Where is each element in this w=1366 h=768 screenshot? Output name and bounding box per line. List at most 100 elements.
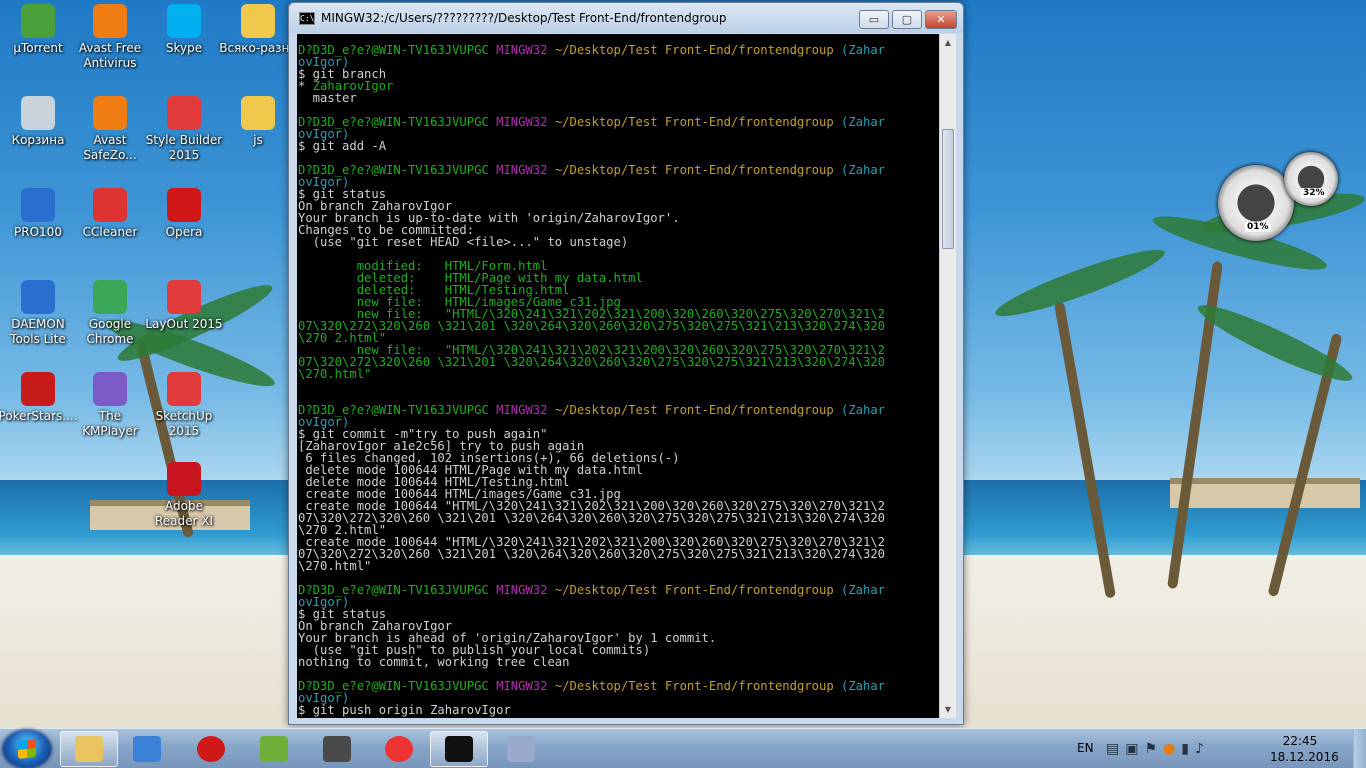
clock-time: 22:45	[1282, 734, 1318, 748]
desktop-icon[interactable]: Opera	[144, 188, 224, 240]
pro100-icon	[21, 188, 55, 222]
maximize-button[interactable]: ▢	[892, 10, 922, 29]
desktop-icon[interactable]: Google Chrome	[70, 280, 150, 347]
terminal-text-segment: (Zahar	[841, 115, 886, 129]
desktop-icon[interactable]: Skype	[144, 4, 224, 56]
ram-meter-gadget[interactable]: 32%	[1284, 152, 1338, 206]
taskbar-button[interactable]	[430, 731, 488, 767]
terminal-line: * ZaharovIgor	[298, 80, 939, 92]
terminal-text-segment: MINGW32	[496, 403, 555, 417]
terminal-text-segment: 07\320\272\320\260 \321\201 \320\264\320…	[298, 355, 885, 369]
terminal-window[interactable]: C:\ MINGW32:/c/Users/?????????/Desktop/T…	[288, 2, 964, 725]
desktop-icon[interactable]: Avast SafeZo...	[70, 96, 150, 163]
notepad-plus-icon	[260, 736, 288, 762]
terminal-line: \270.html"	[298, 368, 939, 380]
show-desktop-button[interactable]	[1353, 729, 1366, 768]
desktop-icon[interactable]: Adobe Reader XI	[144, 462, 224, 529]
taskbar-button[interactable]	[370, 731, 428, 767]
tray-window-icon[interactable]: ▣	[1125, 741, 1144, 757]
terminal-output[interactable]: D?D3D_e?e?@WIN-TV163JVUPGC MINGW32 ~/Des…	[297, 34, 939, 718]
window-titlebar[interactable]: C:\ MINGW32:/c/Users/?????????/Desktop/T…	[289, 3, 963, 33]
terminal-text-segment: ~/Desktop/Test Front-End/frontendgroup	[554, 163, 841, 177]
sublime-text-icon	[323, 736, 351, 762]
desktop-icon[interactable]: LayOut 2015	[144, 280, 224, 332]
desktop-icon[interactable]: js	[218, 96, 298, 148]
terminal-line: nothing to commit, working tree clean	[298, 656, 939, 668]
close-button[interactable]: ✕	[925, 10, 957, 29]
desktop-icon[interactable]: µTorrent	[0, 4, 78, 56]
terminal-text-segment: ~/Desktop/Test Front-End/frontendgroup	[554, 679, 841, 693]
system-clock[interactable]: 22:45 18.12.2016	[1270, 733, 1339, 765]
terminal-line: ovIgor)	[298, 176, 939, 188]
terminal-line: 07\320\272\320\260 \321\201 \320\264\320…	[298, 320, 939, 332]
terminal-line: $ git branch	[298, 68, 939, 80]
desktop-icon-label: Avast SafeZo...	[83, 133, 137, 162]
desktop-icon-label: CCleaner	[82, 225, 138, 239]
terminal-text-segment: 07\320\272\320\260 \321\201 \320\264\320…	[298, 547, 885, 561]
language-indicator[interactable]: EN	[1077, 741, 1094, 755]
recycle-bin-icon	[21, 96, 55, 130]
desktop-icon-label: Adobe Reader XI	[154, 499, 214, 528]
folder-icon	[241, 4, 275, 38]
terminal-line: D?D3D_e?e?@WIN-TV163JVUPGC MINGW32 ~/Des…	[298, 164, 939, 176]
vertical-scrollbar[interactable]: ▲ ▼	[939, 34, 956, 718]
desktop-icon[interactable]: PRO100	[0, 188, 78, 240]
terminal-text-segment: ~/Desktop/Test Front-End/frontendgroup	[554, 43, 841, 57]
taskbar: EN ▤▣⚑●▮♪ 22:45 18.12.2016	[0, 728, 1366, 768]
media-player-icon	[133, 736, 161, 762]
paint-icon	[507, 736, 535, 762]
desktop-icon-label: PRO100	[14, 225, 62, 239]
avast-tray-icon[interactable]: ●	[1163, 741, 1181, 757]
desktop-icon[interactable]: CCleaner	[70, 188, 150, 240]
desktop-icon[interactable]: Корзина	[0, 96, 78, 148]
scroll-down-arrow-icon[interactable]: ▼	[940, 701, 956, 718]
desktop-icon-label: DAEMON Tools Lite	[10, 317, 66, 346]
taskbar-button[interactable]	[182, 731, 240, 767]
minimize-button[interactable]: ▭	[859, 10, 889, 29]
desktop-icon[interactable]: Avast Free Antivirus	[70, 4, 150, 71]
taskbar-button[interactable]	[60, 731, 118, 767]
terminal-text-segment: MINGW32	[496, 163, 555, 177]
background-bungalows	[1170, 478, 1360, 508]
desktop-icon-label: SketchUp 2015	[155, 409, 213, 438]
desktop-icon-label: The KMPlayer	[82, 409, 138, 438]
folder-icon	[241, 96, 275, 130]
skype-icon	[167, 4, 201, 38]
network-icon[interactable]: ▤	[1106, 741, 1125, 757]
taskbar-button[interactable]	[118, 731, 176, 767]
terminal-text-segment: (Zahar	[841, 43, 886, 57]
terminal-text-segment: (Zahar	[841, 583, 886, 597]
desktop-icon[interactable]: Style Builder 2015	[144, 96, 224, 163]
volume-icon[interactable]: ♪	[1195, 741, 1210, 757]
desktop-icon[interactable]: The KMPlayer	[70, 372, 150, 439]
terminal-text-segment: $ git add -A	[298, 139, 387, 153]
desktop-icon[interactable]: PokerStars....	[0, 372, 78, 424]
taskbar-button[interactable]	[245, 731, 303, 767]
desktop-icon-label: µTorrent	[13, 41, 63, 55]
terminal-line: 07\320\272\320\260 \321\201 \320\264\320…	[298, 548, 939, 560]
terminal-text-segment: (Zahar	[841, 163, 886, 177]
desktop-icon[interactable]: Всяко-разно	[218, 4, 298, 56]
taskbar-button[interactable]	[308, 731, 366, 767]
ccleaner-icon	[93, 188, 127, 222]
terminal-text-segment: (Zahar	[841, 679, 886, 693]
terminal-text-segment: $ git push origin ZaharovIgor	[298, 703, 511, 717]
scrollbar-thumb[interactable]	[942, 129, 954, 249]
start-button[interactable]	[3, 730, 51, 768]
scroll-up-arrow-icon[interactable]: ▲	[940, 34, 956, 51]
desktop-icon-label: Avast Free Antivirus	[78, 41, 142, 70]
terminal-line: D?D3D_e?e?@WIN-TV163JVUPGC MINGW32 ~/Des…	[298, 680, 939, 692]
terminal-line: 07\320\272\320\260 \321\201 \320\264\320…	[298, 512, 939, 524]
taskbar-button[interactable]	[492, 731, 550, 767]
flag-icon[interactable]: ⚑	[1144, 741, 1163, 757]
cpu-meter-gadget[interactable]: 01%	[1218, 165, 1294, 241]
device-icon[interactable]: ▮	[1181, 741, 1195, 757]
ram-percent: 32%	[1301, 188, 1327, 198]
clock-date: 18.12.2016	[1270, 750, 1339, 764]
terminal-line: D?D3D_e?e?@WIN-TV163JVUPGC MINGW32 ~/Des…	[298, 404, 939, 416]
desktop-icon[interactable]: DAEMON Tools Lite	[0, 280, 78, 347]
desktop-icon-label: Всяко-разно	[219, 41, 297, 55]
desktop-icon-label: Корзина	[11, 133, 65, 147]
tray-icons[interactable]: ▤▣⚑●▮♪	[1106, 741, 1210, 757]
desktop-icon[interactable]: SketchUp 2015	[144, 372, 224, 439]
